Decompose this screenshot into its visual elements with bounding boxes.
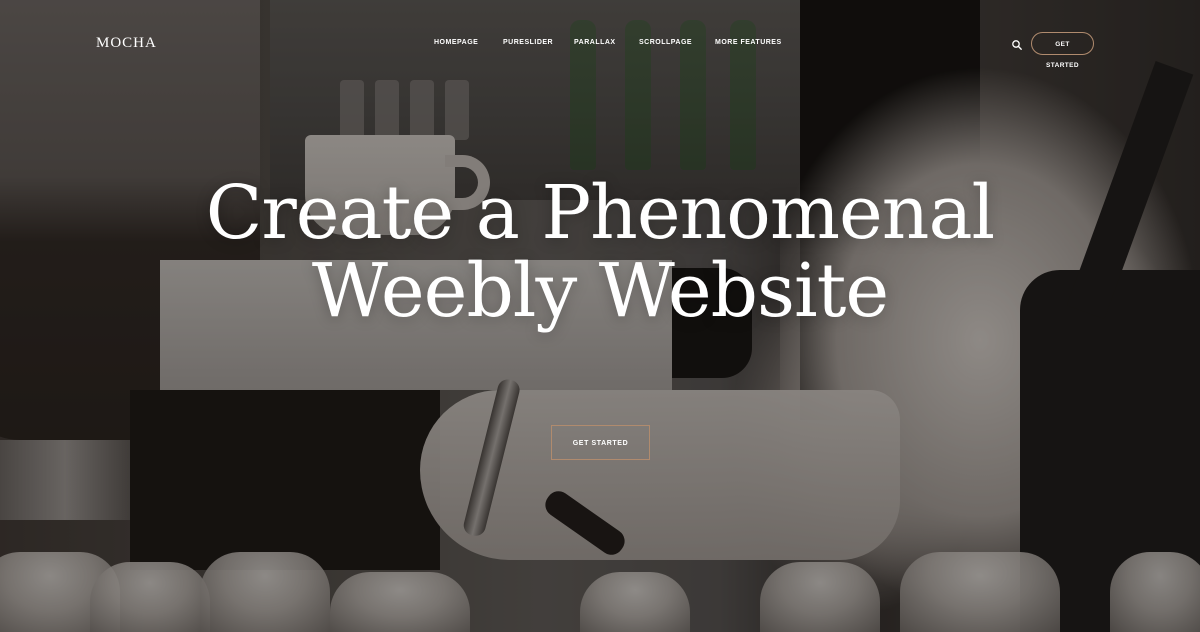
site-logo[interactable]: MOCHA	[96, 35, 157, 52]
nav-item-homepage[interactable]: HOMEPAGE	[434, 39, 478, 46]
header-get-started-button[interactable]: GET STARTED	[1031, 32, 1094, 69]
search-button[interactable]	[1011, 38, 1023, 50]
hero-headline-line-1: Create a Phenomenal	[205, 170, 995, 256]
hero-headline-line-2: Weebly Website	[311, 248, 889, 335]
hero-headline: Create a Phenomenal Weebly Website	[0, 174, 1200, 331]
nav-item-parallax[interactable]: PARALLAX	[574, 39, 616, 46]
nav-item-scrollpage[interactable]: SCROLLPAGE	[639, 39, 692, 46]
nav-item-pureslider[interactable]: PURESLIDER	[503, 39, 553, 46]
search-icon	[1012, 40, 1022, 50]
hero-get-started-button[interactable]: GET STARTED	[551, 425, 650, 460]
hero-section: MOCHA HOMEPAGE PURESLIDER PARALLAX SCROL…	[0, 0, 1200, 632]
nav-item-more-features[interactable]: MORE FEATURES	[715, 39, 782, 46]
